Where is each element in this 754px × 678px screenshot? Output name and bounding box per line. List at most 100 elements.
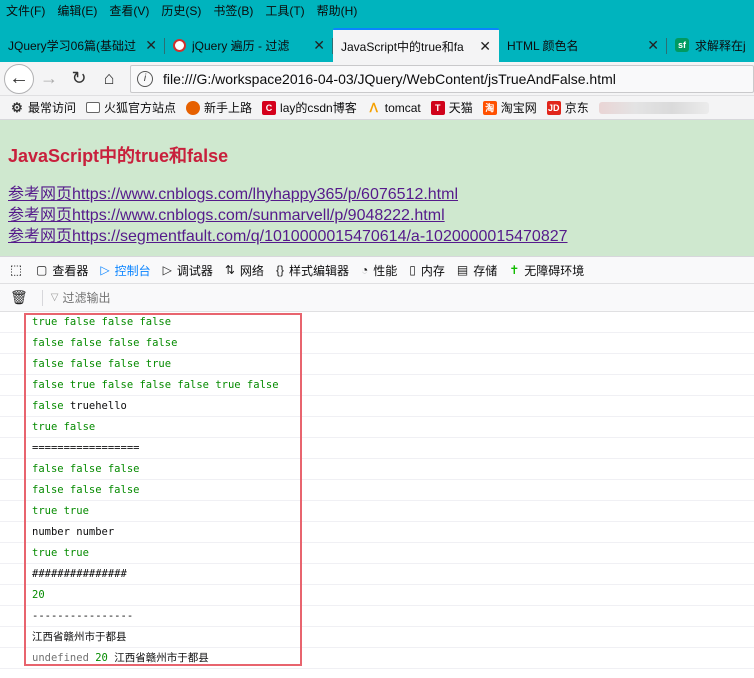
bookmark-csdn[interactable]: C lay的csdn博客 [262,99,357,116]
performance-icon: ◔ [360,263,369,277]
console-line: 江西省赣州市于都县 [0,627,754,648]
console-filter-bar: 🗑 ▽ 过滤输出 [0,284,754,312]
menu-help[interactable]: 帮助(H) [317,2,358,19]
tab-label: jQuery 遍历 - 过滤 [192,38,290,53]
tab-label: 网络 [239,263,264,278]
tab-label: 查看器 [52,263,89,278]
console-line: ############### [0,564,754,585]
bookmark-jd[interactable]: JD 京东 [546,99,589,116]
tab-label: 控制台 [114,263,151,278]
console-line: true false [0,417,754,438]
tab-performance[interactable]: ◔ 性能 [361,262,397,279]
site-icon [173,38,186,52]
navigation-bar: ← → ↻ ⌂ i file:///G:/workspace2016-04-03… [0,62,754,96]
tab-label: 调试器 [176,263,213,278]
tab-bar: JQuery学习06篇(基础过 ✕ jQuery 遍历 - 过滤 ✕ JavaS… [0,20,754,62]
home-button[interactable]: ⌂ [94,64,124,94]
tab-inspector[interactable]: ▢ 查看器 [36,262,88,279]
info-icon[interactable]: i [137,70,153,87]
tab-debugger[interactable]: ▷ 调试器 [163,262,213,279]
accessibility-icon: ✝ [509,263,520,277]
menu-history[interactable]: 历史(S) [161,2,201,19]
bookmark-tomcat[interactable]: ᐱ tomcat [367,101,421,115]
bookmark-getting-started[interactable]: 新手上路 [186,99,252,116]
blurred-bookmarks [598,101,709,114]
arrow-left-icon: ← [9,67,29,89]
bookmark-label: 火狐官方站点 [104,101,177,115]
bookmark-label: 最常访问 [28,101,77,115]
arrow-right-icon: → [40,68,58,88]
bookmark-most-visited[interactable]: ⚙ 最常访问 [10,99,76,116]
home-icon: ⌂ [103,68,115,88]
menu-bookmarks[interactable]: 书签(B) [213,2,253,19]
bookmark-tmall[interactable]: T 天猫 [430,99,473,116]
tab-label: JavaScript中的true和fa [341,39,464,54]
close-icon[interactable]: ✕ [647,37,659,54]
tab-network[interactable]: ⇅ 网络 [225,262,264,279]
tab-console[interactable]: ▷ 控制台 [100,262,150,279]
console-line: 20 [0,585,754,606]
storage-icon: ▤ [456,263,469,277]
debugger-icon: ▷ [162,263,172,277]
tab-html-colors[interactable]: HTML 颜色名 ✕ [499,28,667,62]
jd-icon: JD [546,100,561,115]
url-bar[interactable]: i file:///G:/workspace2016-04-03/JQuery/… [130,64,754,93]
menu-tools[interactable]: 工具(T) [265,2,304,19]
tab-jquery-study[interactable]: JQuery学习06篇(基础过 ✕ [0,28,165,62]
console-value-string: truehello [69,400,127,412]
back-button[interactable]: ← [4,63,34,94]
tab-label: 无障碍环境 [524,263,585,278]
tmall-icon: T [430,100,445,115]
console-line: ================= [0,438,754,459]
memory-icon: ▯ [409,263,416,277]
bookmark-taobao[interactable]: 淘 淘宝网 [482,99,537,116]
bookmark-firefox-official[interactable]: 火狐官方站点 [86,99,176,116]
menu-file[interactable]: 文件(F) [6,2,45,19]
network-icon: ⇅ [224,263,235,277]
element-picker-button[interactable]: ⬚ [6,256,26,284]
console-value-false: false [32,400,64,412]
tab-segmentfault[interactable]: sf 求解释在js [667,28,754,62]
console-line: true true [0,501,754,522]
tab-label: JQuery学习06篇(基础过 [8,38,137,53]
reference-link[interactable]: 参考网页https://www.cnblogs.com/sunmarvell/p… [8,205,746,226]
close-icon[interactable]: ✕ [313,37,325,54]
reference-link[interactable]: 参考网页https://www.cnblogs.com/lhyhappy365/… [8,184,746,205]
console-line: true true [0,543,754,564]
tomcat-icon: ᐱ [369,100,378,115]
url-text: file:///G:/workspace2016-04-03/JQuery/We… [163,70,616,87]
style-editor-icon: {} [275,263,284,277]
console-line: false false false [0,459,754,480]
console-line: false false false false [0,333,754,354]
tab-storage[interactable]: ▤ 存储 [457,262,497,279]
console-line: false truehello [0,396,754,417]
tab-memory[interactable]: ▯ 内存 [409,262,445,279]
filter-input[interactable]: 过滤输出 [62,289,110,306]
menu-bar: 文件(F) 编辑(E) 查看(V) 历史(S) 书签(B) 工具(T) 帮助(H… [0,0,754,20]
segmentfault-icon: sf [675,38,689,52]
trash-icon[interactable]: 🗑 [10,289,28,306]
tab-jquery-traverse[interactable]: jQuery 遍历 - 过滤 ✕ [165,28,333,62]
close-icon[interactable]: ✕ [145,37,157,54]
tab-js-true-false[interactable]: JavaScript中的true和fa ✕ [333,28,499,62]
tab-label: 存储 [473,263,498,278]
menu-view[interactable]: 查看(V) [109,2,149,19]
tab-accessibility[interactable]: ✝ 无障碍环境 [509,262,584,279]
devtools-toolbar: ⬚ ▢ 查看器 ▷ 控制台 ▷ 调试器 ⇅ 网络 {} 样式编辑器 ◔ 性能 ▯ 内存 ▤ 存储… [0,256,754,284]
console-line: ---------------- [0,606,754,627]
bookmark-label: 京东 [564,101,589,115]
page-content: JavaScript中的true和false 参考网页https://www.c… [0,120,754,256]
reload-button[interactable]: ↻ [64,64,94,94]
console-line: number number [0,522,754,543]
reference-link[interactable]: 参考网页https://segmentfault.com/q/101000001… [8,226,746,247]
bookmark-label: 新手上路 [204,101,253,115]
tab-style-editor[interactable]: {} 样式编辑器 [276,262,349,279]
console-value-number: 20 [95,652,108,664]
tab-label: 性能 [373,263,398,278]
csdn-icon: C [262,100,277,115]
bookmark-label: lay的csdn博客 [280,101,357,115]
menu-edit[interactable]: 编辑(E) [57,2,97,19]
forward-button[interactable]: → [34,64,64,94]
close-icon[interactable]: ✕ [479,38,491,55]
bookmarks-bar: ⚙ 最常访问 火狐官方站点 新手上路 C lay的csdn博客 ᐱ tomcat… [0,96,754,120]
